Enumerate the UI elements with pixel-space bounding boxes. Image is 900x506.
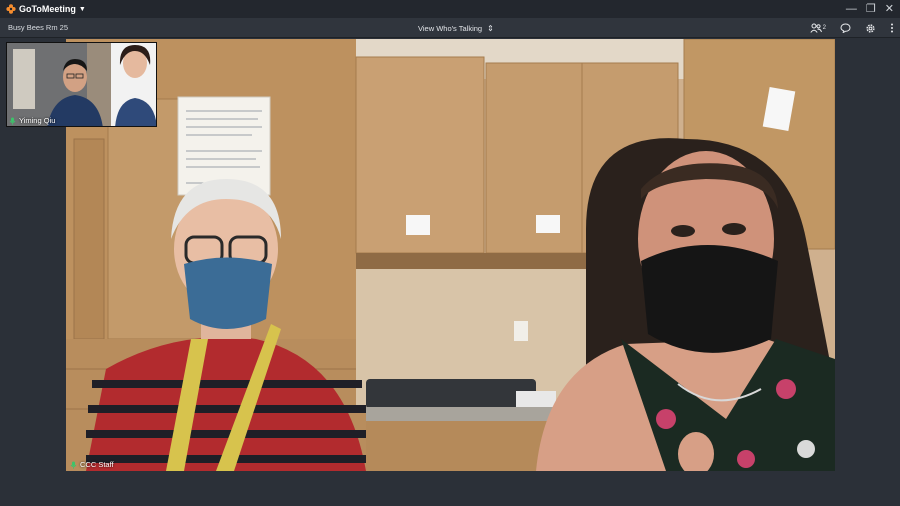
- more-vertical-icon: [891, 23, 893, 33]
- main-video-feed[interactable]: CCC Staff: [66, 39, 835, 471]
- main-participant-name: CCC Staff: [80, 460, 114, 469]
- video-frame-image: [66, 39, 835, 471]
- restore-icon[interactable]: ❐: [866, 0, 876, 18]
- microphone-icon: [70, 461, 77, 469]
- thumbnail-participant-name: Yiming Qiu: [19, 116, 56, 125]
- gotomeeting-logo-icon: [6, 4, 16, 14]
- microphone-icon: [9, 117, 16, 125]
- chat-icon: [840, 23, 851, 33]
- view-mode-label: View Who's Talking: [418, 23, 483, 33]
- view-mode-selector[interactable]: View Who's Talking ⇕: [418, 18, 494, 38]
- close-icon[interactable]: ✕: [885, 0, 894, 18]
- attendee-count: 2: [822, 25, 826, 31]
- gear-icon: [866, 23, 875, 33]
- main-participant-label: CCC Staff: [70, 460, 114, 469]
- updown-icon: ⇕: [487, 23, 494, 33]
- settings-button[interactable]: [865, 23, 876, 34]
- meeting-toolbar: Busy Bees Rm 25 View Who's Talking ⇕ 2: [0, 18, 900, 38]
- minimize-icon[interactable]: —: [846, 0, 857, 18]
- app-menu[interactable]: GoToMeeting ▼: [6, 4, 86, 14]
- title-bar: GoToMeeting ▼ — ❐ ✕: [0, 0, 900, 18]
- thumbnail-video-feed[interactable]: Yiming Qiu: [6, 42, 157, 127]
- app-name: GoToMeeting: [19, 4, 76, 14]
- chevron-down-icon: ▼: [78, 5, 86, 13]
- more-options-button[interactable]: [890, 23, 894, 33]
- chat-button[interactable]: [840, 23, 851, 33]
- meeting-title: Busy Bees Rm 25: [8, 23, 69, 32]
- thumbnail-frame-image: [7, 43, 156, 126]
- attendees-button[interactable]: 2: [810, 23, 826, 33]
- video-stage: CCC Staff Yiming Qiu: [0, 38, 900, 506]
- thumbnail-participant-label: Yiming Qiu: [9, 116, 55, 125]
- attendees-icon: [810, 23, 822, 33]
